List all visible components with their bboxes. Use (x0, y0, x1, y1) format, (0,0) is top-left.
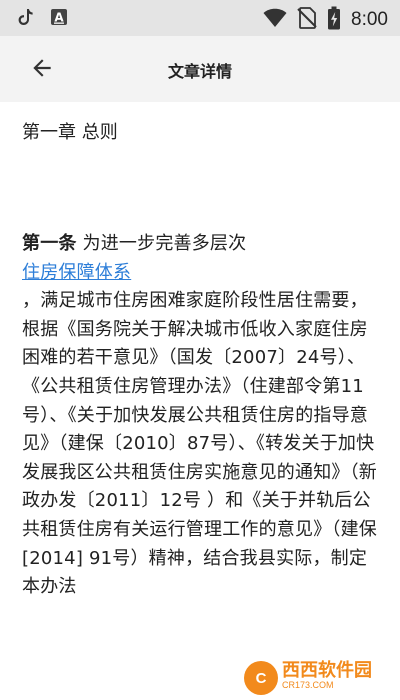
clock-time: 8:00 (351, 9, 388, 30)
watermark-letter: C (255, 669, 267, 687)
article-lead: 第一条 (22, 233, 77, 254)
chapter-title: 第一章 总则 (22, 122, 118, 143)
status-bar: A 8:00 (0, 0, 400, 36)
app-bar: 文章详情 (0, 36, 400, 102)
watermark-url: CR173.COM (282, 680, 334, 690)
text-app-icon: A (50, 8, 68, 30)
battery-icon (327, 6, 341, 34)
watermark-badge: C (244, 661, 278, 695)
watermark-brand: 西西软件园 (282, 660, 372, 681)
status-bar-right: 8:00 (263, 6, 388, 34)
no-sim-icon (297, 7, 317, 33)
svg-text:A: A (54, 11, 64, 25)
article-intro: 为进一步完善多层次 (76, 233, 247, 254)
article-paragraph: 第一条 为进一步完善多层次 住房保障体系 ，满足城市住房困难家庭阶段性居住需要，… (22, 230, 384, 602)
watermark-text: 西西软件园 CR173.COM (282, 660, 372, 692)
page-title: 文章详情 (167, 62, 232, 81)
status-bar-left: A (18, 8, 68, 30)
article-content: 第一章 总则 第一条 为进一步完善多层次 住房保障体系 ，满足城市住房困难家庭阶… (22, 102, 384, 602)
tiktok-icon (18, 8, 34, 30)
article-body: ，满足城市住房困难家庭阶段性居住需要，根据《国务院关于解决城市低收入家庭住房困难… (22, 290, 377, 598)
wifi-icon (263, 8, 287, 32)
watermark-logo: C 西西软件园 CR173.COM (244, 660, 394, 696)
housing-security-link[interactable]: 住房保障体系 (22, 259, 384, 288)
